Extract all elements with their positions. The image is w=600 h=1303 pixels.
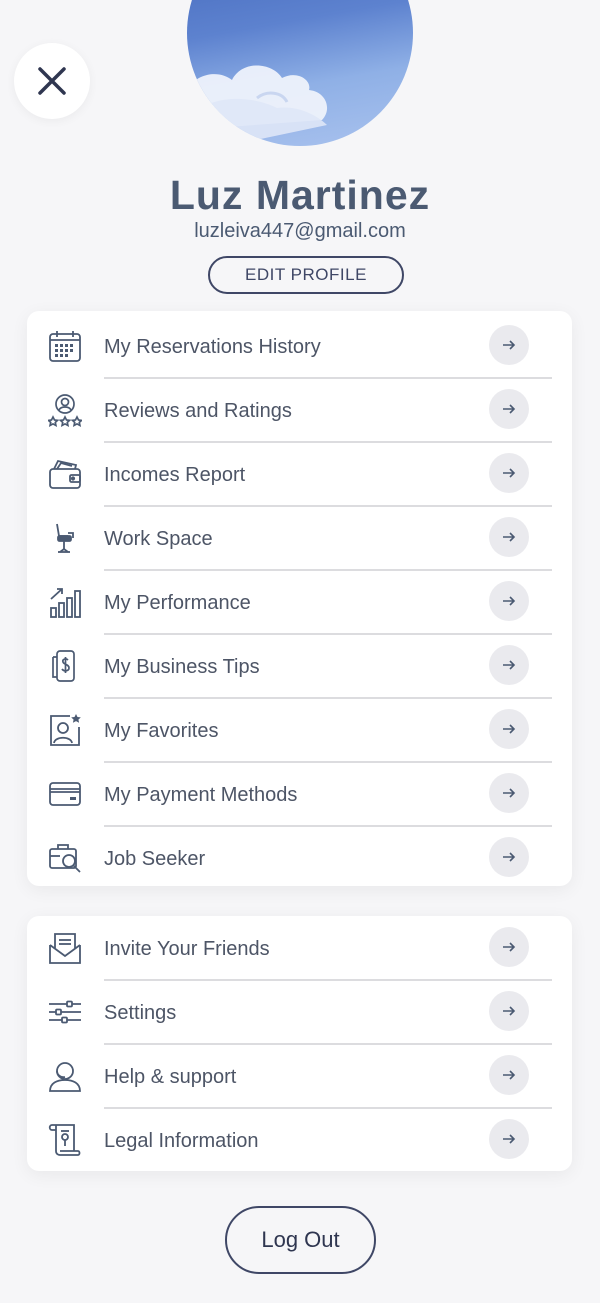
menu-item-label: Incomes Report: [104, 464, 246, 486]
close-button[interactable]: [14, 43, 90, 119]
legal-scroll-icon: [47, 1122, 83, 1158]
arrow-right-icon: [489, 1055, 529, 1095]
menu-item-label: My Reservations History: [104, 336, 321, 358]
arrow-right-icon: [489, 991, 529, 1031]
menu-item-label: My Performance: [104, 592, 251, 614]
menu-item-work-space[interactable]: Work Space: [27, 506, 572, 571]
menu-item-label: Work Space: [104, 528, 213, 550]
menu-item-label: My Favorites: [104, 720, 219, 742]
wallet-icon: [47, 456, 83, 492]
menu-item-incomes-report[interactable]: Incomes Report: [27, 442, 572, 507]
menu-item-label: Invite Your Friends: [104, 938, 270, 960]
avatar[interactable]: [187, 0, 413, 146]
arrow-right-icon: [489, 453, 529, 493]
secondary-menu-card: Invite Your Friends Settings Help & supp…: [27, 916, 572, 1171]
sky-photo: [187, 65, 328, 146]
user-rating-icon: [47, 392, 83, 428]
menu-item-label: Legal Information: [104, 1130, 259, 1152]
job-search-icon: [47, 840, 83, 876]
menu-item-label: Settings: [104, 1002, 177, 1024]
primary-menu-card: My Reservations History Reviews and Rati…: [27, 311, 572, 886]
arrow-right-icon: [489, 389, 529, 429]
menu-item-settings[interactable]: Settings: [27, 980, 572, 1045]
growth-chart-icon: [47, 584, 83, 620]
menu-item-job-seeker[interactable]: Job Seeker: [27, 826, 572, 890]
arrow-right-icon: [489, 517, 529, 557]
credit-card-icon: [47, 776, 83, 812]
support-agent-icon: [47, 1058, 83, 1094]
menu-item-favorites[interactable]: My Favorites: [27, 698, 572, 763]
close-icon: [38, 67, 66, 95]
menu-item-help-support[interactable]: Help & support: [27, 1044, 572, 1109]
edit-profile-button[interactable]: EDIT PROFILE: [208, 256, 404, 294]
logout-button[interactable]: Log Out: [225, 1206, 376, 1274]
arrow-right-icon: [489, 645, 529, 685]
favorite-profile-icon: [47, 712, 83, 748]
user-email: luzleiva447@gmail.com: [194, 220, 406, 242]
menu-item-label: My Payment Methods: [104, 784, 298, 806]
arrow-right-icon: [489, 927, 529, 967]
menu-item-payment-methods[interactable]: My Payment Methods: [27, 762, 572, 827]
arrow-right-icon: [489, 581, 529, 621]
envelope-icon: [47, 930, 83, 966]
menu-item-legal-information[interactable]: Legal Information: [27, 1108, 572, 1172]
sliders-icon: [47, 994, 83, 1030]
menu-item-invite-friends[interactable]: Invite Your Friends: [27, 916, 572, 981]
menu-item-reviews-ratings[interactable]: Reviews and Ratings: [27, 378, 572, 443]
calendar-icon: [47, 328, 83, 364]
menu-item-label: My Business Tips: [104, 656, 260, 678]
menu-item-label: Reviews and Ratings: [104, 400, 292, 422]
arrow-right-icon: [489, 837, 529, 877]
menu-item-performance[interactable]: My Performance: [27, 570, 572, 635]
money-tips-icon: [47, 648, 83, 684]
menu-item-business-tips[interactable]: My Business Tips: [27, 634, 572, 699]
menu-item-label: Help & support: [104, 1066, 237, 1088]
user-name: Luz Martinez: [169, 172, 431, 218]
salon-chair-icon: [47, 520, 83, 556]
menu-item-label: Job Seeker: [104, 848, 206, 870]
arrow-right-icon: [489, 325, 529, 365]
arrow-right-icon: [489, 709, 529, 749]
arrow-right-icon: [489, 1119, 529, 1159]
menu-item-reservations-history[interactable]: My Reservations History: [27, 314, 572, 379]
arrow-right-icon: [489, 773, 529, 813]
